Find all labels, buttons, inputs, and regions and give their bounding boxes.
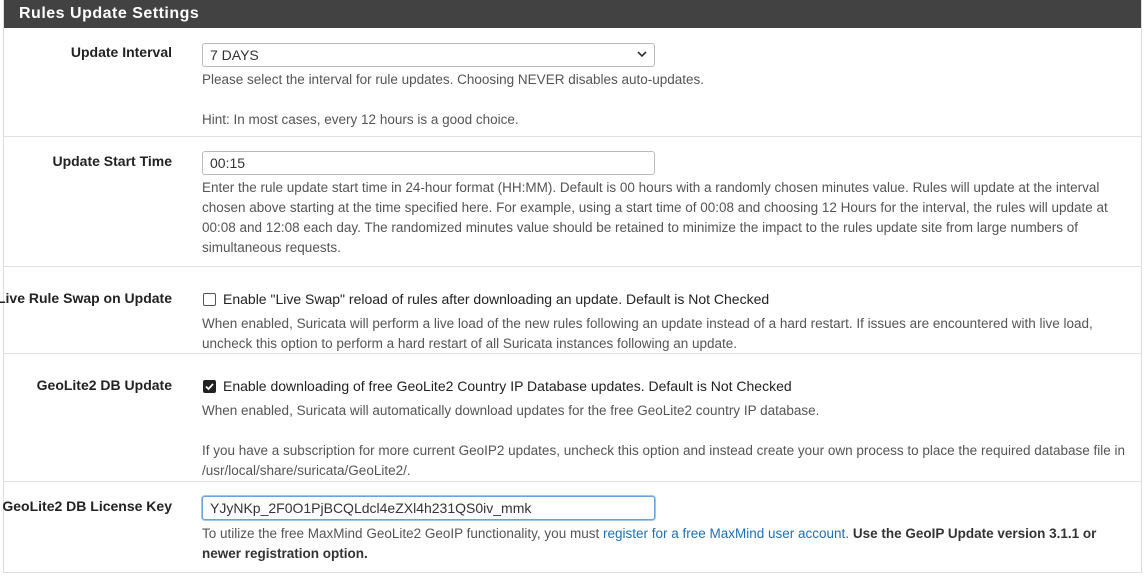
geolite-key-row: GeoLite2 DB License Key To utilize the f…: [2, 482, 1141, 572]
geolite-update-label: GeoLite2 DB Update: [36, 377, 172, 393]
update-interval-select[interactable]: 7 DAYS: [202, 43, 655, 67]
geolite-update-row: GeoLite2 DB Update Enable downloading of…: [4, 354, 1141, 482]
live-swap-help: When enabled, Suricata will perform a li…: [202, 316, 1093, 351]
geolite-key-label: GeoLite2 DB License Key: [2, 498, 172, 514]
maxmind-register-link[interactable]: register for a free MaxMind user account: [603, 526, 845, 541]
update-interval-label: Update Interval: [70, 44, 172, 60]
live-swap-checkbox[interactable]: [203, 292, 216, 306]
panel-title: Rules Update Settings: [4, 0, 1141, 28]
rules-update-settings-panel: Rules Update Settings Update Interval 7 …: [0, 0, 1142, 573]
update-start-time-help: Enter the rule update start time in 24-h…: [202, 180, 1108, 255]
live-swap-label: Live Rule Swap on Update: [0, 290, 172, 306]
geolite-key-help: To utilize the free MaxMind GeoLite2 Geo…: [202, 524, 1135, 564]
geolite-update-help: When enabled, Suricata will automaticall…: [202, 403, 820, 418]
live-swap-checkbox-label: Enable "Live Swap" reload of rules after…: [223, 291, 770, 307]
update-start-time-row: Update Start Time Enter the rule update …: [4, 137, 1141, 267]
geolite-update-subscription-help: If you have a subscription for more curr…: [202, 443, 1126, 478]
geolite-key-help-text: To utilize the free MaxMind GeoLite2 Geo…: [202, 526, 603, 541]
geolite-update-checkbox-label: Enable downloading of free GeoLite2 Coun…: [223, 378, 792, 394]
update-start-time-label: Update Start Time: [52, 153, 172, 169]
geolite-license-key-input[interactable]: [202, 496, 655, 520]
update-interval-help: Please select the interval for rule upda…: [202, 72, 705, 87]
checkmark-icon: [205, 382, 214, 390]
geolite-key-help-separator: .: [845, 526, 853, 541]
chevron-down-icon: [637, 51, 647, 58]
update-interval-value: 7 DAYS: [210, 47, 259, 63]
live-swap-row: Live Rule Swap on Update Enable "Live Sw…: [0, 267, 1141, 354]
update-interval-hint: Hint: In most cases, every 12 hours is a…: [202, 112, 519, 127]
update-start-time-input[interactable]: [202, 151, 655, 175]
geolite-update-checkbox[interactable]: [203, 379, 216, 393]
update-interval-row: Update Interval 7 DAYS Please select the…: [4, 28, 1141, 137]
